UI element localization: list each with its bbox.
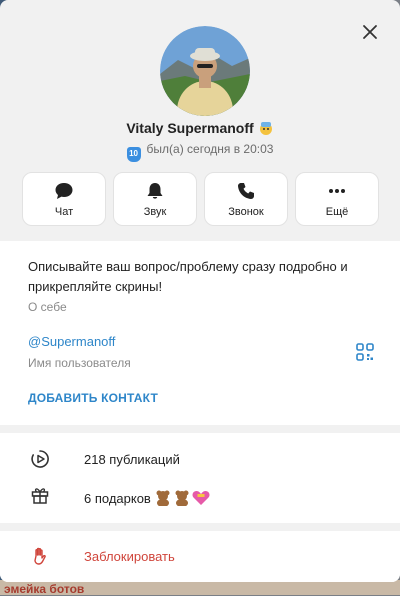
publications-row[interactable]: 218 публикаций [0, 442, 400, 476]
background-text: эмейка ботов [4, 582, 85, 596]
sound-button[interactable]: Звук [113, 172, 197, 226]
bell-icon [147, 183, 163, 199]
gifts-row[interactable]: 6 подарков [0, 478, 400, 512]
stats-card: 218 публикаций 6 подарков [0, 433, 400, 523]
profile-panel: Vitaly Supermanoff 10 был(а) сегодня в 20… [0, 0, 400, 582]
username-link[interactable]: @Supermanoff [28, 334, 115, 349]
chat-icon [55, 183, 73, 199]
stories-icon [31, 450, 49, 468]
call-label: Звонок [228, 206, 264, 218]
hand-stop-icon [34, 547, 46, 565]
call-button[interactable]: Звонок [204, 172, 288, 226]
profile-status: 10 был(а) сегодня в 20:03 [0, 142, 400, 162]
gifts-count-text: 6 подарков [84, 491, 151, 506]
profile-name: Vitaly Supermanoff [0, 120, 400, 136]
last-seen-text: был(а) сегодня в 20:03 [146, 142, 274, 156]
emoji-status-icon[interactable] [258, 120, 274, 136]
block-card: Заблокировать [0, 531, 400, 582]
info-card: Описывайте ваш вопрос/проблему сразу под… [0, 241, 400, 425]
avatar[interactable] [160, 26, 250, 116]
qr-code-icon[interactable] [356, 343, 374, 361]
gifts-text: 6 подарков [84, 488, 213, 506]
add-contact-button[interactable]: ДОБАВИТЬ КОНТАКТ [28, 391, 158, 405]
profile-name-text: Vitaly Supermanoff [126, 120, 254, 136]
publications-text: 218 публикаций [84, 452, 180, 467]
more-button[interactable]: Ещё [295, 172, 379, 226]
about-text: Описывайте ваш вопрос/проблему сразу под… [28, 259, 348, 294]
gift-emojis-icon [156, 490, 210, 506]
more-label: Ещё [325, 206, 349, 218]
username-label: Имя пользователя [28, 356, 131, 370]
more-icon [329, 189, 345, 193]
gift-icon [31, 488, 49, 504]
chat-label: Чат [54, 206, 74, 218]
block-text: Заблокировать [84, 549, 175, 564]
action-buttons: Чат Звук Звонок Ещё [22, 172, 379, 226]
block-row[interactable]: Заблокировать [0, 539, 400, 573]
close-icon[interactable] [360, 22, 380, 42]
chat-button[interactable]: Чат [22, 172, 106, 226]
sound-label: Звук [143, 206, 167, 218]
about-label: О себе [28, 300, 67, 314]
phone-icon [238, 183, 254, 199]
level-badge[interactable]: 10 [126, 147, 141, 162]
